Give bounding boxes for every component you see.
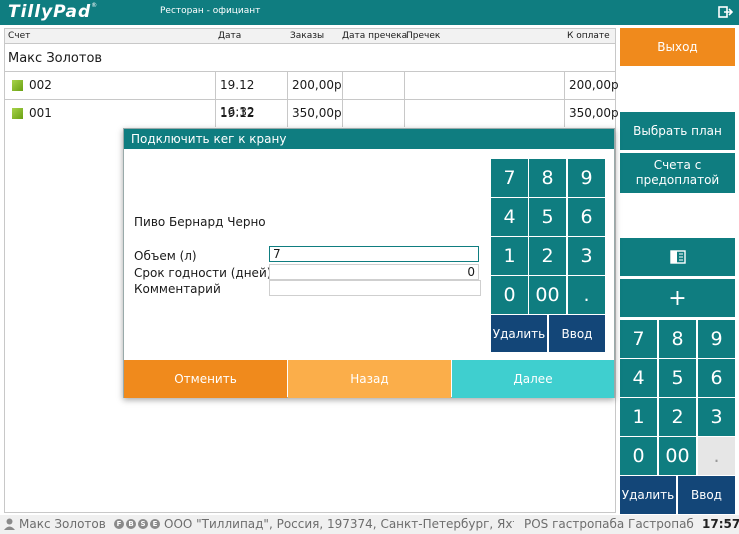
comment-label: Комментарий: [134, 282, 221, 296]
prepaid-accounts-button[interactable]: Счета с предоплатой: [620, 153, 735, 193]
keypad-key[interactable]: 8: [659, 320, 696, 358]
dialog-delete-button[interactable]: Удалить: [491, 315, 547, 352]
precheck-cell: [404, 72, 564, 99]
next-button[interactable]: Далее: [452, 360, 614, 398]
keypad-key[interactable]: 1: [620, 398, 657, 436]
table-row[interactable]: 001 19.12 15:28 350,00р 350,00р: [5, 99, 619, 147]
app-header: TillyPad® Ресторан - официант: [0, 0, 739, 25]
column-header: Счет: [8, 31, 31, 41]
column-header: К оплате: [567, 31, 610, 41]
column-header: Дата пречека: [342, 31, 408, 41]
keypad-key[interactable]: 3: [568, 237, 605, 275]
status-badge: E: [150, 519, 160, 529]
volume-input[interactable]: 7: [269, 246, 479, 262]
dialog-enter-button[interactable]: Ввод: [549, 315, 605, 352]
clock: 17:57: [702, 517, 739, 531]
book-icon: [669, 250, 686, 264]
company-info: ООО "Тиллипад", Россия, 197374, Санкт-Пе…: [164, 517, 514, 531]
volume-label: Объем (л): [134, 249, 197, 263]
keypad-key[interactable]: 4: [491, 198, 528, 236]
account-cell: 002: [29, 78, 52, 92]
delete-button[interactable]: Удалить: [620, 476, 676, 514]
account-cell: 001: [29, 106, 52, 120]
logout-icon[interactable]: [717, 4, 733, 20]
orders-cell: 350,00р: [287, 100, 342, 127]
pos-name: POS гастропаба: [524, 517, 625, 531]
venue-name: Гастропаб: [628, 517, 694, 531]
column-header: Пречек: [406, 31, 441, 41]
enter-button[interactable]: Ввод: [678, 476, 735, 514]
date-cell: 19.12 15:28: [215, 100, 287, 147]
keypad-key[interactable]: 00: [529, 276, 566, 314]
table-header: Счет Дата Заказы Дата пречека Пречек К о…: [5, 29, 615, 44]
status-square-icon: [12, 108, 23, 119]
precheck-date-cell: [342, 100, 404, 127]
cancel-button[interactable]: Отменить: [124, 360, 287, 398]
column-header: Заказы: [290, 31, 325, 41]
status-badge: F: [114, 519, 124, 529]
to-pay-cell: 350,00р: [564, 100, 619, 127]
keypad-key[interactable]: 4: [620, 359, 657, 397]
back-button[interactable]: Назад: [288, 360, 451, 398]
date-cell: 19.12 16:32: [215, 72, 287, 119]
keypad-key[interactable]: 9: [698, 320, 735, 358]
keypad-key[interactable]: 7: [620, 320, 657, 358]
connect-keg-dialog: Подключить кег к крану Пиво Бернард Черн…: [123, 128, 615, 398]
precheck-date-cell: [342, 72, 404, 99]
keypad-key[interactable]: 6: [698, 359, 735, 397]
status-square-icon: [12, 80, 23, 91]
add-button[interactable]: +: [620, 279, 735, 317]
precheck-cell: [404, 100, 564, 127]
keypad-key[interactable]: 00: [659, 437, 696, 475]
dialog-title: Подключить кег к крану: [124, 129, 614, 149]
keypad-key[interactable]: 2: [529, 237, 566, 275]
status-bar: Макс Золотов F B S E ООО "Тиллипад", Рос…: [0, 515, 739, 534]
keypad-key[interactable]: .: [698, 437, 735, 475]
orders-cell: 200,00р: [287, 72, 342, 99]
keypad-key[interactable]: 1: [491, 237, 528, 275]
to-pay-cell: 200,00р: [564, 72, 619, 99]
keypad-key[interactable]: 5: [659, 359, 696, 397]
keypad-key[interactable]: 2: [659, 398, 696, 436]
shelf-life-input[interactable]: 0: [269, 264, 479, 280]
user-icon: [4, 518, 15, 530]
keypad-key[interactable]: 8: [529, 159, 566, 197]
column-header: Дата: [218, 31, 242, 41]
app-title: Ресторан - официант: [160, 6, 261, 16]
comment-input[interactable]: [269, 280, 481, 296]
keypad-key[interactable]: 7: [491, 159, 528, 197]
choose-plan-button[interactable]: Выбрать план: [620, 112, 735, 150]
keypad-key[interactable]: 9: [568, 159, 605, 197]
keypad-key[interactable]: 0: [491, 276, 528, 314]
keypad-key[interactable]: 5: [529, 198, 566, 236]
status-badge: B: [126, 519, 136, 529]
current-user: Макс Золотов: [19, 517, 106, 531]
beer-name: Пиво Бернард Черно: [134, 215, 266, 229]
shelf-life-label: Срок годности (дней): [134, 266, 272, 280]
waiter-group-title: Макс Золотов: [8, 51, 103, 66]
keypad-key[interactable]: 6: [568, 198, 605, 236]
app-logo: TillyPad®: [8, 2, 99, 22]
exit-button[interactable]: Выход: [620, 28, 735, 66]
keypad-key[interactable]: .: [568, 276, 605, 314]
table-row[interactable]: 002 19.12 16:32 200,00р 200,00р: [5, 71, 619, 119]
status-badge: S: [138, 519, 148, 529]
keypad-key[interactable]: 3: [698, 398, 735, 436]
keypad-key[interactable]: 0: [620, 437, 657, 475]
book-button[interactable]: [620, 238, 735, 276]
